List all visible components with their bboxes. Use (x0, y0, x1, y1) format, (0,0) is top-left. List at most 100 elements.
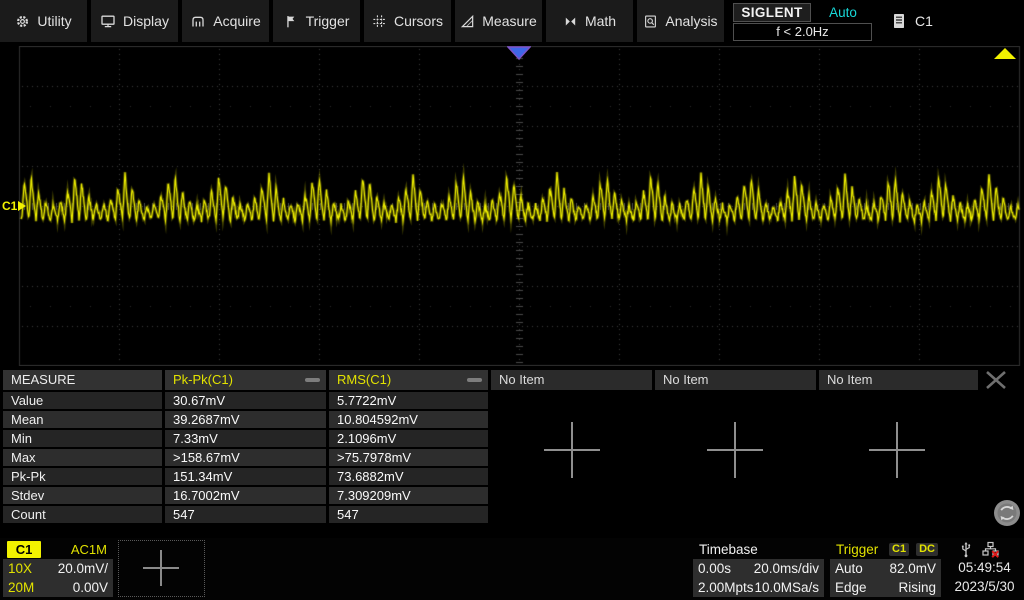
channel-1-settings: 10X 20.0mV/ 20M 0.00V (3, 559, 113, 597)
menu-trigger-label: Trigger (306, 13, 350, 29)
measure-icon (460, 14, 475, 29)
menu-math[interactable]: Math (546, 0, 633, 42)
channel-1-header: C1 AC1M (3, 540, 113, 559)
lan-disconnected-icon (982, 541, 999, 558)
menu-utility[interactable]: Utility (0, 0, 87, 42)
trigger-level: 82.0mV (889, 559, 936, 578)
measure-column-empty-1[interactable]: No Item (491, 370, 652, 390)
stat-label: Min (3, 430, 162, 447)
gear-icon (15, 14, 30, 29)
measure-panel-title: MEASURE (3, 370, 162, 390)
menu-analysis[interactable]: Analysis (637, 0, 724, 42)
table-row: Stdev 16.7002mV 7.309209mV (3, 487, 1024, 504)
right-arrow-icon (18, 201, 26, 211)
acquire-icon (190, 13, 206, 29)
trigger-descriptor[interactable]: Trigger C1 DC Auto 82.0mV Edge Rising (830, 540, 941, 597)
trigger-header: Trigger C1 DC (830, 540, 941, 559)
vertical-offset: 0.00V (73, 578, 108, 597)
menu-bar: Utility Display Acquire Trigger (0, 0, 1024, 42)
measure-header-row: MEASURE Pk-Pk(C1) RMS(C1) No Item No Ite… (3, 370, 1024, 390)
stat-value-pkpk: 547 (165, 506, 326, 523)
measure-column-pkpk-label: Pk-Pk(C1) (173, 370, 233, 390)
clock-time: 05:49:54 (945, 560, 1024, 575)
stat-value-pkpk: 151.34mV (165, 468, 326, 485)
stat-value-pkpk: 7.33mV (165, 430, 326, 447)
cursors-icon (372, 14, 387, 29)
add-measurement-plus-icon[interactable] (544, 422, 600, 478)
measure-column-pkpk[interactable]: Pk-Pk(C1) (165, 370, 326, 390)
menu-utility-label: Utility (37, 13, 71, 29)
menu-measure-label: Measure (482, 13, 536, 29)
menu-analysis-label: Analysis (665, 13, 717, 29)
table-row: Count 547 547 (3, 506, 1024, 523)
stat-value-rms: 547 (329, 506, 488, 523)
close-measure-panel-button[interactable] (981, 370, 1011, 390)
stat-value-rms: 2.1096mV (329, 430, 488, 447)
add-measurement-plus-icon[interactable] (707, 422, 763, 478)
measure-source-label: C1 (915, 13, 933, 29)
remove-measurement-icon[interactable] (467, 378, 482, 382)
stat-value-rms: 10.804592mV (329, 411, 488, 428)
stat-value-pkpk: >158.67mV (165, 449, 326, 466)
gesture-wheel-button[interactable] (993, 499, 1021, 527)
siglent-logo: SIGLENT (733, 3, 811, 22)
clock-date: 2023/5/30 (945, 579, 1024, 594)
add-measurement-plus-icon[interactable] (869, 422, 925, 478)
add-channel-plus-icon (143, 550, 179, 586)
timebase-descriptor[interactable]: Timebase 0.00s 20.0ms/div 2.00Mpts 10.0M… (693, 540, 824, 597)
channel-coupling: AC1M (71, 541, 107, 558)
display-icon (100, 13, 116, 29)
menu-acquire-label: Acquire (213, 13, 260, 29)
trigger-slope: Rising (898, 578, 936, 597)
trigger-frequency-readout: f < 2.0Hz (733, 23, 872, 41)
stat-value-rms: >75.7978mV (329, 449, 488, 466)
status-icons (959, 541, 999, 558)
stat-label: Pk-Pk (3, 468, 162, 485)
stat-label: Stdev (3, 487, 162, 504)
timebase-title: Timebase (693, 540, 824, 559)
channel-1-descriptor[interactable]: C1 AC1M 10X 20.0mV/ 20M 0.00V (3, 540, 113, 597)
menu-measure[interactable]: Measure (455, 0, 542, 42)
waveform-display[interactable] (0, 46, 1024, 366)
measure-column-empty-2[interactable]: No Item (655, 370, 816, 390)
trigger-coupling-chip: DC (916, 543, 938, 556)
stat-value-rms: 73.6882mV (329, 468, 488, 485)
stat-value-pkpk: 30.67mV (165, 392, 326, 409)
table-row: Value 30.67mV 5.7722mV (3, 392, 1024, 409)
memory-depth: 2.00Mpts (698, 578, 754, 597)
trigger-level-marker[interactable] (994, 48, 1016, 59)
menu-acquire[interactable]: Acquire (182, 0, 269, 42)
channel-1-badge[interactable]: C1 (7, 541, 41, 558)
stat-label: Max (3, 449, 162, 466)
close-icon (985, 371, 1007, 389)
menu-trigger[interactable]: Trigger (273, 0, 360, 42)
brand-status-block: SIGLENT Auto f < 2.0Hz (728, 0, 878, 42)
stat-label: Mean (3, 411, 162, 428)
trigger-mode: Auto (835, 559, 863, 578)
system-status: 05:49:54 2023/5/30 (945, 538, 1024, 600)
acquisition-status: Auto (814, 3, 872, 22)
horizontal-delay: 0.00s (698, 559, 731, 578)
measure-column-empty-3[interactable]: No Item (819, 370, 978, 390)
menu-math-label: Math (585, 13, 616, 29)
remove-measurement-icon[interactable] (305, 378, 320, 382)
trigger-flag-icon (284, 14, 299, 29)
trigger-position-marker[interactable] (507, 46, 531, 60)
menu-cursors[interactable]: Cursors (364, 0, 451, 42)
horizontal-scale: 20.0ms/div (754, 559, 819, 578)
menu-display[interactable]: Display (91, 0, 178, 42)
trigger-title: Trigger (836, 540, 885, 559)
measure-column-rms[interactable]: RMS(C1) (329, 370, 488, 390)
menu-display-label: Display (123, 13, 169, 29)
stat-value-pkpk: 16.7002mV (165, 487, 326, 504)
measure-source-indicator[interactable]: C1 (893, 0, 933, 42)
channel-ground-marker[interactable]: C1 (2, 199, 26, 213)
add-channel-box[interactable] (118, 540, 205, 597)
stat-value-rms: 7.309209mV (329, 487, 488, 504)
bandwidth-limit: 20M (8, 578, 34, 597)
usb-icon (959, 541, 973, 558)
analysis-icon (643, 14, 658, 29)
bottom-status-bar: C1 AC1M 10X 20.0mV/ 20M 0.00V Timebase (0, 538, 1024, 600)
trigger-type: Edge (835, 578, 867, 597)
stat-label: Count (3, 506, 162, 523)
